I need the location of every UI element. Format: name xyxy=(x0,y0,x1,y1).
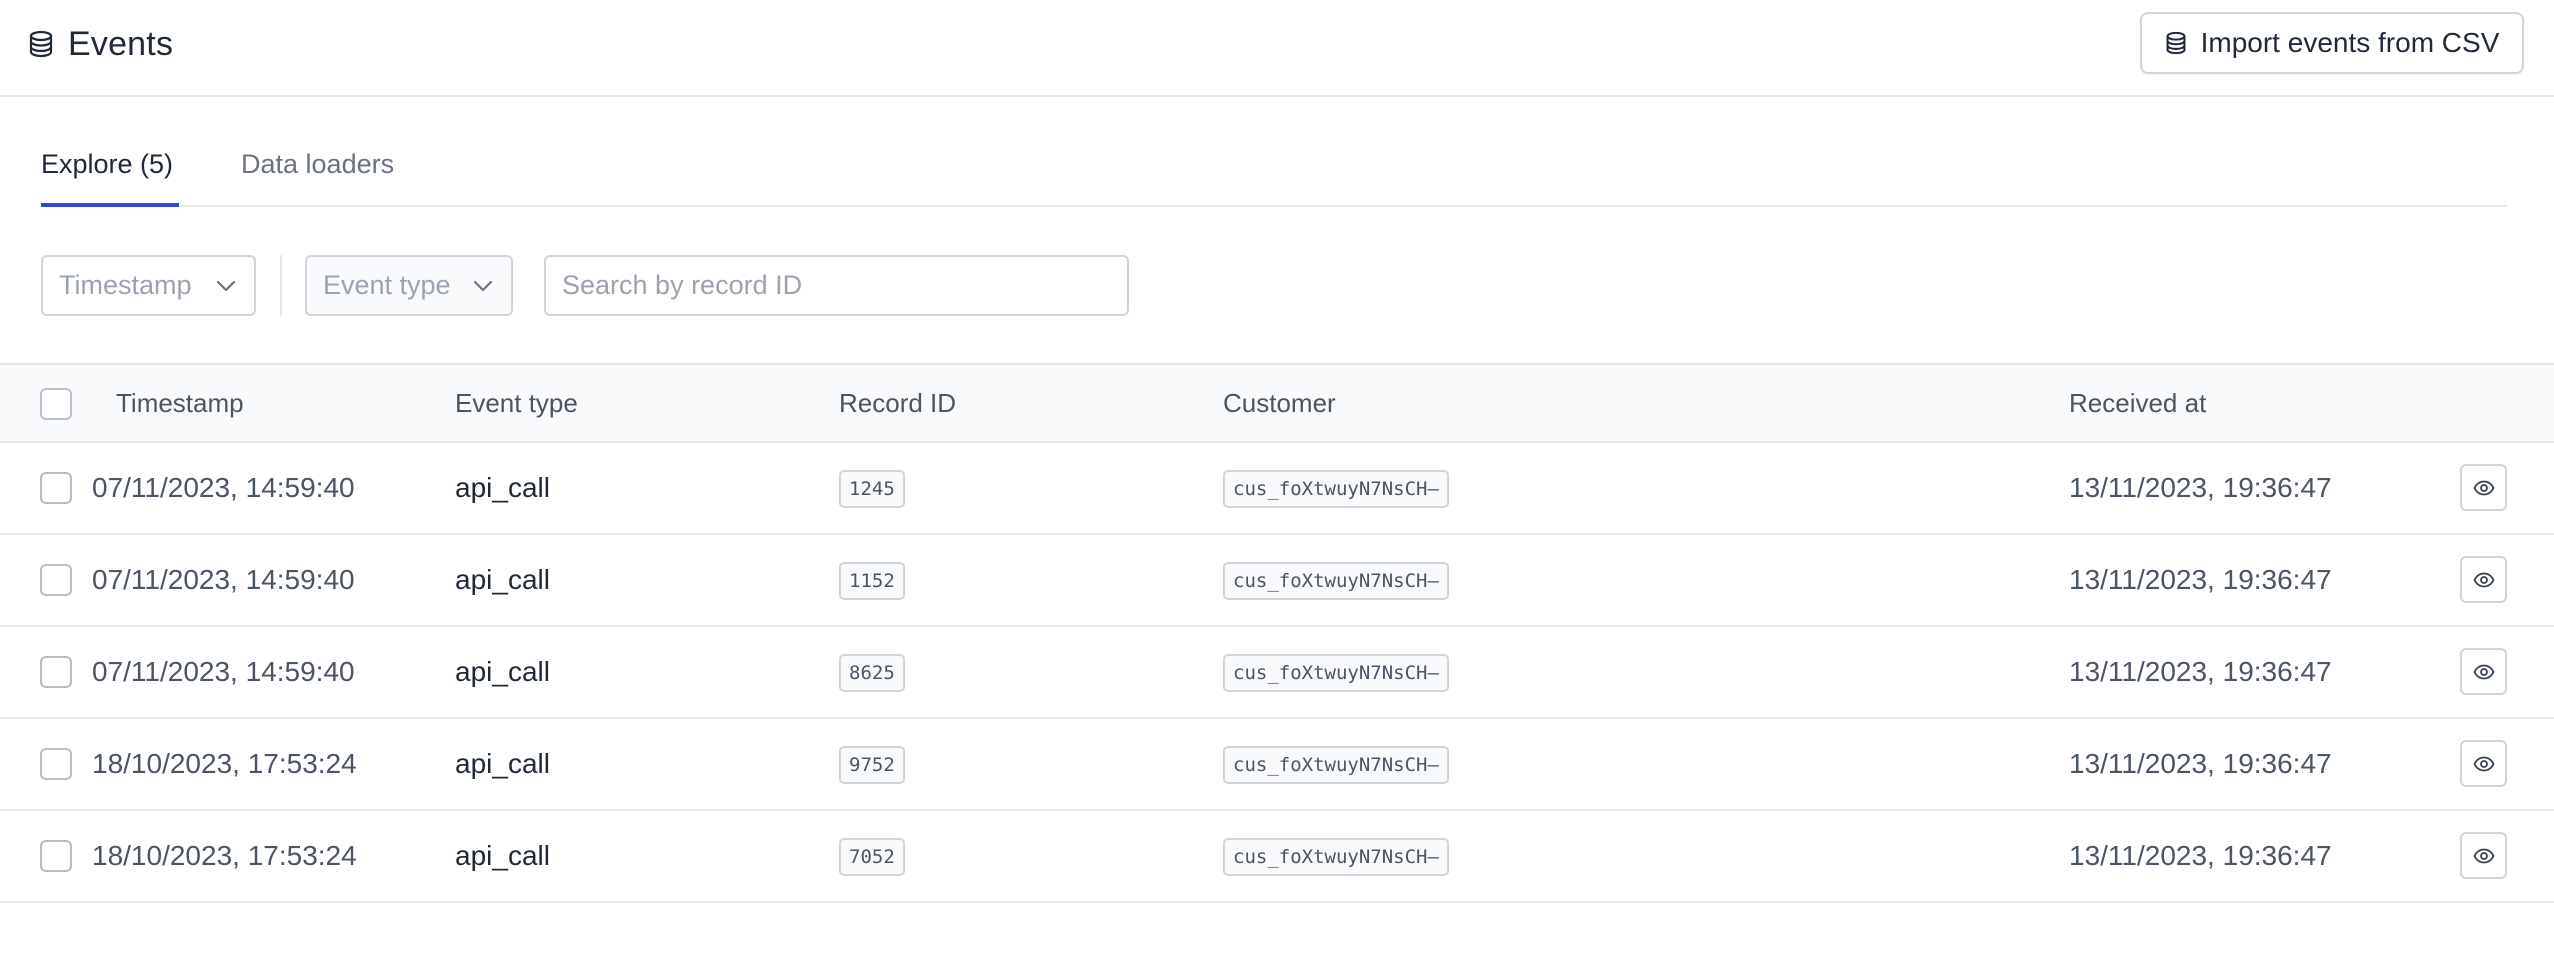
eye-icon xyxy=(2472,572,2495,587)
view-event-button[interactable] xyxy=(2460,648,2507,695)
eye-icon xyxy=(2472,848,2495,863)
event-type-filter-select[interactable]: Event type xyxy=(305,255,513,316)
event-type-cell: api_call xyxy=(455,564,550,595)
received-at-cell: 13/11/2023, 19:36:47 xyxy=(2069,472,2332,503)
timestamp-cell: 18/10/2023, 17:53:24 xyxy=(92,748,357,779)
event-type-cell: api_call xyxy=(455,748,550,779)
timestamp-cell: 18/10/2023, 17:53:24 xyxy=(92,840,357,871)
customer-id-badge[interactable]: cus_foXtwuyN7NsCH— xyxy=(1223,838,1449,876)
row-checkbox[interactable] xyxy=(40,656,72,688)
table-row[interactable]: 07/11/2023, 14:59:40 api_call 8625 cus_f… xyxy=(0,627,2554,719)
table-header: Timestamp Event type Record ID Customer … xyxy=(0,363,2554,443)
view-event-button[interactable] xyxy=(2460,556,2507,603)
received-at-cell: 13/11/2023, 19:36:47 xyxy=(2069,748,2332,779)
row-checkbox[interactable] xyxy=(40,564,72,596)
table-row[interactable]: 07/11/2023, 14:59:40 api_call 1245 cus_f… xyxy=(0,443,2554,535)
view-event-button[interactable] xyxy=(2460,464,2507,511)
timestamp-cell: 07/11/2023, 14:59:40 xyxy=(92,564,355,595)
received-at-cell: 13/11/2023, 19:36:47 xyxy=(2069,840,2332,871)
event-type-cell: api_call xyxy=(455,472,550,503)
timestamp-filter-label: Timestamp xyxy=(59,270,192,300)
row-checkbox[interactable] xyxy=(40,472,72,504)
table-row[interactable]: 18/10/2023, 17:53:24 api_call 9752 cus_f… xyxy=(0,719,2554,811)
column-header-customer[interactable]: Customer xyxy=(1223,365,1336,441)
record-id-badge: 1245 xyxy=(839,470,905,508)
database-icon xyxy=(2165,31,2187,55)
eye-icon xyxy=(2472,664,2495,679)
received-at-cell: 13/11/2023, 19:36:47 xyxy=(2069,564,2332,595)
record-id-badge: 8625 xyxy=(839,654,905,692)
chevron-down-icon xyxy=(216,280,236,292)
import-csv-label: Import events from CSV xyxy=(2200,27,2500,58)
eye-icon xyxy=(2472,756,2495,771)
event-type-filter-label: Event type xyxy=(323,270,451,300)
tab-data-loaders[interactable]: Data loaders xyxy=(241,126,394,207)
eye-icon xyxy=(2472,480,2495,495)
record-id-badge: 1152 xyxy=(839,562,905,600)
timestamp-cell: 07/11/2023, 14:59:40 xyxy=(92,472,355,503)
table-row[interactable]: 07/11/2023, 14:59:40 api_call 1152 cus_f… xyxy=(0,535,2554,627)
view-event-button[interactable] xyxy=(2460,740,2507,787)
tab-bar: Explore (5) Data loaders xyxy=(41,126,2507,207)
tab-explore[interactable]: Explore (5) xyxy=(41,126,179,207)
customer-id-badge[interactable]: cus_foXtwuyN7NsCH— xyxy=(1223,654,1449,692)
database-icon xyxy=(28,30,54,58)
column-header-received-at[interactable]: Received at xyxy=(2069,365,2206,441)
column-header-record-id[interactable]: Record ID xyxy=(839,365,956,441)
column-header-event-type[interactable]: Event type xyxy=(455,365,578,441)
filter-divider xyxy=(280,255,282,316)
timestamp-filter-select[interactable]: Timestamp xyxy=(41,255,256,316)
timestamp-cell: 07/11/2023, 14:59:40 xyxy=(92,656,355,687)
event-type-cell: api_call xyxy=(455,656,550,687)
record-id-search-input[interactable] xyxy=(544,255,1129,316)
page-header: Events Import events from CSV xyxy=(0,0,2554,97)
row-checkbox[interactable] xyxy=(40,748,72,780)
page-title: Events xyxy=(68,24,174,63)
received-at-cell: 13/11/2023, 19:36:47 xyxy=(2069,656,2332,687)
customer-id-badge[interactable]: cus_foXtwuyN7NsCH— xyxy=(1223,470,1449,508)
events-table: Timestamp Event type Record ID Customer … xyxy=(0,363,2554,903)
customer-id-badge[interactable]: cus_foXtwuyN7NsCH— xyxy=(1223,562,1449,600)
page-title-group: Events xyxy=(28,22,173,66)
row-checkbox[interactable] xyxy=(40,840,72,872)
customer-id-badge[interactable]: cus_foXtwuyN7NsCH— xyxy=(1223,746,1449,784)
record-id-badge: 7052 xyxy=(839,838,905,876)
table-row[interactable]: 18/10/2023, 17:53:24 api_call 7052 cus_f… xyxy=(0,811,2554,903)
column-header-timestamp[interactable]: Timestamp xyxy=(116,365,244,441)
event-type-cell: api_call xyxy=(455,840,550,871)
select-all-checkbox[interactable] xyxy=(40,388,72,420)
chevron-down-icon xyxy=(473,280,493,292)
view-event-button[interactable] xyxy=(2460,832,2507,879)
import-csv-button[interactable]: Import events from CSV xyxy=(2140,12,2524,74)
record-id-badge: 9752 xyxy=(839,746,905,784)
